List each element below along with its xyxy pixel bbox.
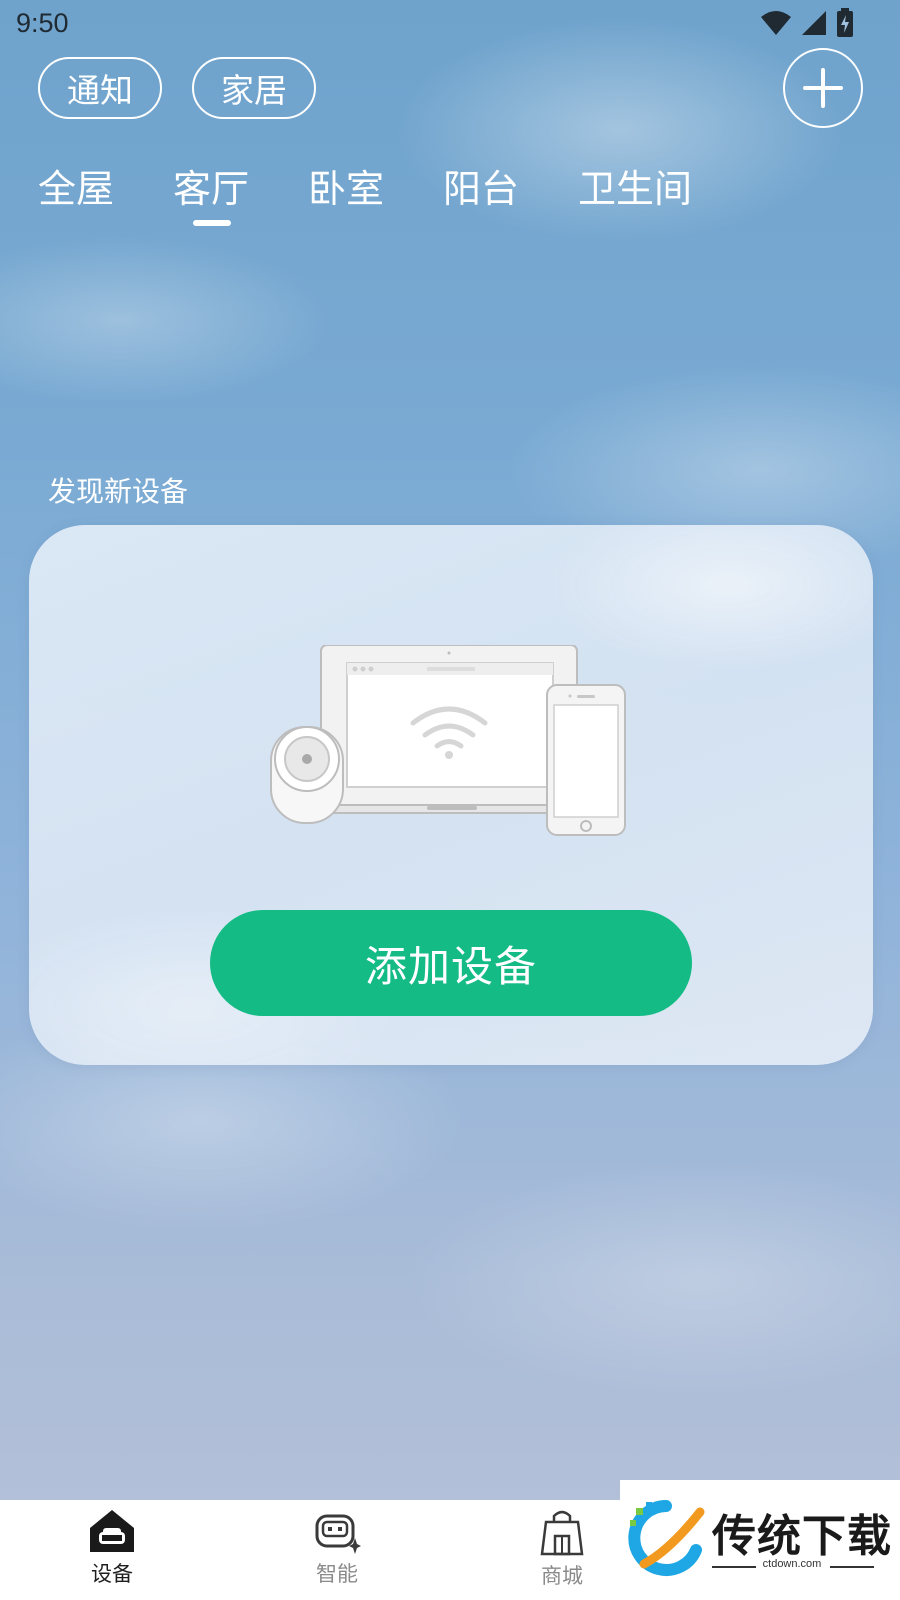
nav-mall[interactable]: 商城 [502,1508,622,1590]
nav-smart[interactable]: 智能 [277,1508,397,1588]
tab-bedroom[interactable]: 卧室 [308,158,384,213]
home-pill-button[interactable]: 家居 [192,57,316,119]
plus-icon [803,68,843,108]
watermark: 传统下载 ctdown.com [620,1480,900,1600]
cellular-signal-icon [802,11,826,35]
devices-illustration [270,645,626,836]
shopping-bag-icon [540,1510,584,1556]
add-button[interactable] [783,48,863,128]
home-pill-label: 家居 [221,71,287,110]
notification-pill-label: 通知 [67,71,133,110]
discover-section-title: 发现新设备 [48,475,189,508]
notification-pill-button[interactable]: 通知 [38,57,162,119]
status-bar: 9:50 [0,0,900,48]
tab-whole-house[interactable]: 全屋 [38,158,114,213]
watermark-divider-right [830,1566,874,1568]
tab-living-room[interactable]: 客厅 [173,158,249,213]
home-sofa-icon [90,1510,134,1552]
nav-smart-label: 智能 [316,1562,358,1586]
tab-balcony[interactable]: 阳台 [443,158,519,213]
tab-selected-indicator [193,220,231,226]
discover-card: 添加设备 [29,525,873,1065]
wifi-icon [761,11,791,35]
watermark-brand: 传统下载 [712,1511,892,1562]
nav-mall-label: 商城 [541,1564,583,1588]
battery-charging-icon [837,8,853,37]
watermark-logo-icon [628,1500,705,1576]
add-device-button[interactable]: 添加设备 [210,910,692,1016]
nav-devices-label: 设备 [91,1562,133,1586]
status-icons [760,8,854,38]
robot-icon [315,1514,361,1554]
watermark-domain: ctdown.com [762,1558,822,1570]
tab-bathroom[interactable]: 卫生间 [578,158,692,213]
nav-devices[interactable]: 设备 [52,1508,172,1588]
status-time: 9:50 [16,8,69,38]
